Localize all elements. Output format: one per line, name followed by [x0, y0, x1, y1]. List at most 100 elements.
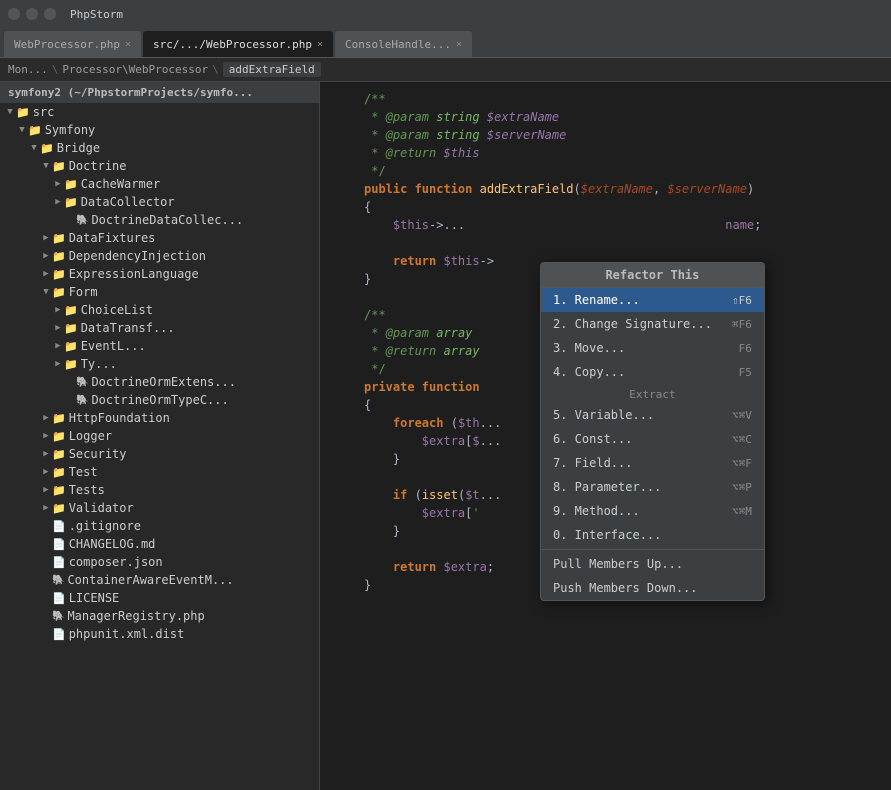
tree-item-composer[interactable]: 📄 composer.json [0, 553, 319, 571]
tree-item-logger[interactable]: ▶ 📁 Logger [0, 427, 319, 445]
breadcrumb-sep-2: \ [212, 63, 219, 76]
tree-item-form[interactable]: ▼ 📁 Form [0, 283, 319, 301]
maximize-button[interactable] [44, 8, 56, 20]
menu-item-const[interactable]: 6. Const... ⌥⌘C [541, 427, 764, 451]
arrow-icon: ▶ [40, 485, 52, 495]
tree-item-test[interactable]: ▶ 📁 Test [0, 463, 319, 481]
arrow-icon: ▼ [16, 125, 28, 135]
breadcrumb-addextrafield[interactable]: addExtraField [223, 62, 321, 77]
tree-item-doctrine[interactable]: ▼ 📁 Doctrine [0, 157, 319, 175]
tree-item-doctrinedatacollector[interactable]: 🐘 DoctrineDataCollec... [0, 211, 319, 229]
tree-item-choicelist[interactable]: ▶ 📁 ChoiceList [0, 301, 319, 319]
tree-item-eventl[interactable]: ▶ 📁 EventL... [0, 337, 319, 355]
breadcrumb-sep-1: \ [52, 63, 59, 76]
arrow-icon: ▼ [4, 107, 16, 117]
code-line: * @param string $serverName [320, 126, 891, 144]
tree-item-datacollector[interactable]: ▶ 📁 DataCollector [0, 193, 319, 211]
file-icon: 📄 [52, 556, 66, 569]
folder-icon: 📁 [52, 466, 66, 479]
code-line: /** [320, 90, 891, 108]
folder-icon: 📁 [28, 124, 42, 137]
folder-icon: 📁 [52, 430, 66, 443]
menu-item-variable[interactable]: 5. Variable... ⌥⌘V [541, 403, 764, 427]
code-line: public function addExtraField($extraName… [320, 180, 891, 198]
arrow-icon: ▶ [40, 251, 52, 261]
tree-item-dependencyinjection[interactable]: ▶ 📁 DependencyInjection [0, 247, 319, 265]
arrow-icon: ▶ [40, 233, 52, 243]
menu-item-copy[interactable]: 4. Copy... F5 [541, 360, 764, 384]
context-menu: Refactor This 1. Rename... ⇧F6 2. Change… [540, 262, 765, 601]
folder-icon: 📁 [64, 340, 78, 353]
tree-item-datatransf[interactable]: ▶ 📁 DataTransf... [0, 319, 319, 337]
arrow-icon: ▶ [40, 503, 52, 513]
arrow-icon: ▼ [40, 161, 52, 171]
tree-item-cachewarmer[interactable]: ▶ 📁 CacheWarmer [0, 175, 319, 193]
breadcrumb-mon[interactable]: Mon... [8, 63, 48, 76]
arrow-icon: ▶ [40, 431, 52, 441]
folder-icon: 📁 [52, 448, 66, 461]
tree-item-doctrineormextens[interactable]: 🐘 DoctrineOrmExtens... [0, 373, 319, 391]
tab-webprocessor[interactable]: WebProcessor.php × [4, 31, 141, 57]
menu-item-rename[interactable]: 1. Rename... ⇧F6 [541, 288, 764, 312]
arrow-icon: ▶ [40, 467, 52, 477]
tree-item-expressionlanguage[interactable]: ▶ 📁 ExpressionLanguage [0, 265, 319, 283]
folder-icon: 📁 [64, 304, 78, 317]
main-area: symfony2 (~/PhpstormProjects/symfo... ▼ … [0, 82, 891, 790]
folder-icon: 📁 [64, 322, 78, 335]
tab-close-icon-2[interactable]: × [317, 39, 323, 50]
tree-item-httpfoundation[interactable]: ▶ 📁 HttpFoundation [0, 409, 319, 427]
tree-item-src[interactable]: ▼ 📁 src [0, 103, 319, 121]
file-icon: 📄 [52, 592, 66, 605]
code-line: * @param string $extraName [320, 108, 891, 126]
tree-item-validator[interactable]: ▶ 📁 Validator [0, 499, 319, 517]
folder-icon: 📁 [52, 484, 66, 497]
folder-icon: 📁 [52, 232, 66, 245]
menu-header: Refactor This [541, 263, 764, 288]
tree-item-security[interactable]: ▶ 📁 Security [0, 445, 319, 463]
folder-icon: 📁 [40, 142, 54, 155]
tree-item-license[interactable]: 📄 LICENSE [0, 589, 319, 607]
tab-webprocessor-src[interactable]: src/.../WebProcessor.php × [143, 31, 333, 57]
php-icon: 🐘 [52, 575, 64, 586]
tree-item-bridge[interactable]: ▼ 📁 Bridge [0, 139, 319, 157]
editor-area: /** * @param string $extraName * @param … [320, 82, 891, 790]
menu-item-change-signature[interactable]: 2. Change Signature... ⌘F6 [541, 312, 764, 336]
breadcrumb-processor[interactable]: Processor\WebProcessor [62, 63, 208, 76]
menu-item-parameter[interactable]: 8. Parameter... ⌥⌘P [541, 475, 764, 499]
arrow-icon: ▶ [40, 413, 52, 423]
tree-item-tests[interactable]: ▶ 📁 Tests [0, 481, 319, 499]
folder-icon: 📁 [52, 268, 66, 281]
folder-icon: 📁 [64, 196, 78, 209]
menu-item-method[interactable]: 9. Method... ⌥⌘M [541, 499, 764, 523]
tree-item-doctrineormtypec[interactable]: 🐘 DoctrineOrmTypeC... [0, 391, 319, 409]
tree-item-gitignore[interactable]: 📄 .gitignore [0, 517, 319, 535]
tree-item-containerawareeventm[interactable]: 🐘 ContainerAwareEventM... [0, 571, 319, 589]
arrow-icon: ▶ [52, 323, 64, 333]
tree-item-symfony[interactable]: ▼ 📁 Symfony [0, 121, 319, 139]
tree-item-datafixtures[interactable]: ▶ 📁 DataFixtures [0, 229, 319, 247]
tab-close-icon-3[interactable]: × [456, 39, 462, 50]
menu-item-push-members-down[interactable]: Push Members Down... [541, 576, 764, 600]
file-icon: 📄 [52, 520, 66, 533]
folder-icon: 📁 [52, 286, 66, 299]
folder-icon: 📁 [52, 160, 66, 173]
menu-separator [541, 549, 764, 550]
php-icon: 🐘 [76, 395, 88, 406]
tree-item-changelog[interactable]: 📄 CHANGELOG.md [0, 535, 319, 553]
code-line: $this->... name; [320, 216, 891, 234]
menu-item-move[interactable]: 3. Move... F6 [541, 336, 764, 360]
minimize-button[interactable] [26, 8, 38, 20]
folder-icon: 📁 [52, 412, 66, 425]
tree-item-managerregistry[interactable]: 🐘 ManagerRegistry.php [0, 607, 319, 625]
tree-item-phpunit[interactable]: 📄 phpunit.xml.dist [0, 625, 319, 643]
menu-item-pull-members-up[interactable]: Pull Members Up... [541, 552, 764, 576]
tree-item-ty[interactable]: ▶ 📁 Ty... [0, 355, 319, 373]
menu-section-extract: Extract [541, 384, 764, 403]
file-icon: 📄 [52, 628, 66, 641]
tab-consolehandle[interactable]: ConsoleHandle... × [335, 31, 472, 57]
close-button[interactable] [8, 8, 20, 20]
menu-item-field[interactable]: 7. Field... ⌥⌘F [541, 451, 764, 475]
menu-item-interface[interactable]: 0. Interface... [541, 523, 764, 547]
arrow-icon: ▶ [52, 305, 64, 315]
tab-close-icon[interactable]: × [125, 39, 131, 50]
